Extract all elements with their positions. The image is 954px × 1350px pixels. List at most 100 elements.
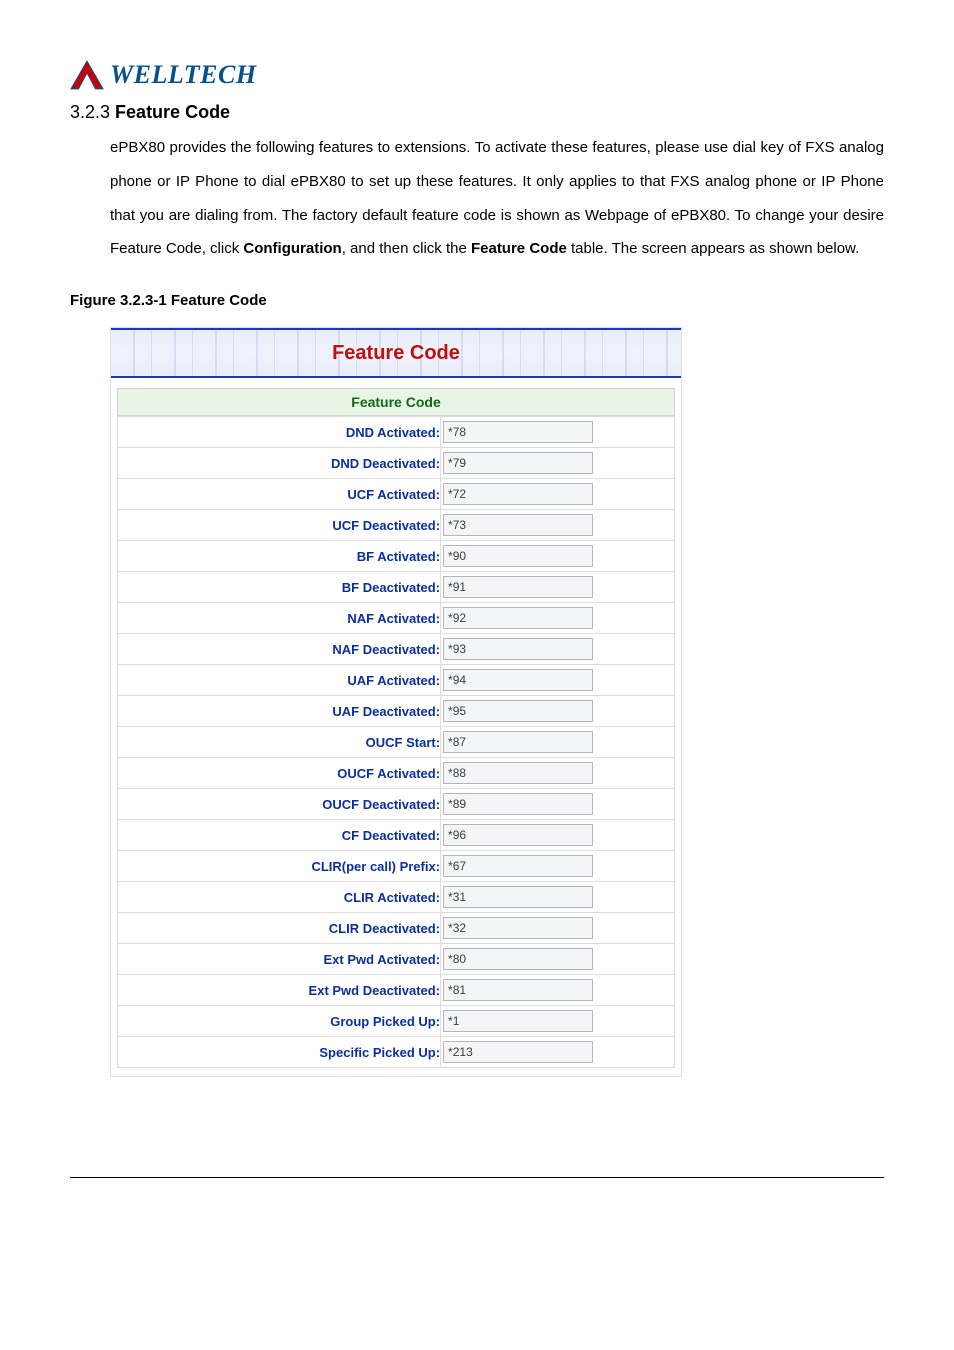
feature-code-input[interactable] bbox=[443, 1010, 593, 1032]
feature-label: CF Deactivated: bbox=[118, 820, 441, 851]
feature-value-cell bbox=[441, 448, 675, 479]
table-row: BF Deactivated: bbox=[118, 572, 675, 603]
table-row: UCF Activated: bbox=[118, 479, 675, 510]
feature-value-cell bbox=[441, 820, 675, 851]
panel-title-bar: Feature Code bbox=[111, 328, 681, 378]
feature-value-cell bbox=[441, 913, 675, 944]
feature-code-table: DND Activated:DND Deactivated:UCF Activa… bbox=[117, 416, 675, 1068]
feature-value-cell bbox=[441, 541, 675, 572]
table-row: NAF Activated: bbox=[118, 603, 675, 634]
figure-label: Figure 3.2.3-1 Feature Code bbox=[70, 292, 884, 309]
feature-code-input[interactable] bbox=[443, 731, 593, 753]
feature-code-input[interactable] bbox=[443, 483, 593, 505]
table-row: CF Deactivated: bbox=[118, 820, 675, 851]
feature-value-cell bbox=[441, 479, 675, 510]
table-row: CLIR Deactivated: bbox=[118, 913, 675, 944]
feature-value-cell bbox=[441, 1006, 675, 1037]
feature-label: UAF Deactivated: bbox=[118, 696, 441, 727]
feature-code-input[interactable] bbox=[443, 700, 593, 722]
feature-code-input[interactable] bbox=[443, 948, 593, 970]
feature-label: BF Deactivated: bbox=[118, 572, 441, 603]
table-row: OUCF Activated: bbox=[118, 758, 675, 789]
feature-value-cell bbox=[441, 882, 675, 913]
feature-code-input[interactable] bbox=[443, 979, 593, 1001]
feature-value-cell bbox=[441, 696, 675, 727]
feature-value-cell bbox=[441, 1037, 675, 1068]
intro-paragraph: ePBX80 provides the following features t… bbox=[110, 131, 884, 266]
feature-code-input[interactable] bbox=[443, 638, 593, 660]
table-row: DND Activated: bbox=[118, 417, 675, 448]
feature-value-cell bbox=[441, 727, 675, 758]
feature-value-cell bbox=[441, 789, 675, 820]
para-text-3: table. The screen appears as shown below… bbox=[567, 240, 859, 257]
feature-code-input[interactable] bbox=[443, 576, 593, 598]
feature-label: DND Deactivated: bbox=[118, 448, 441, 479]
feature-code-input[interactable] bbox=[443, 855, 593, 877]
feature-code-input[interactable] bbox=[443, 545, 593, 567]
table-row: UAF Deactivated: bbox=[118, 696, 675, 727]
feature-label: BF Activated: bbox=[118, 541, 441, 572]
feature-label: Group Picked Up: bbox=[118, 1006, 441, 1037]
footer-rule bbox=[70, 1177, 884, 1178]
feature-code-input[interactable] bbox=[443, 1041, 593, 1063]
panel-subtitle: Feature Code bbox=[117, 388, 675, 416]
feature-value-cell bbox=[441, 603, 675, 634]
feature-value-cell bbox=[441, 944, 675, 975]
table-row: OUCF Start: bbox=[118, 727, 675, 758]
welltech-arrow-icon bbox=[70, 60, 104, 90]
feature-code-input[interactable] bbox=[443, 762, 593, 784]
feature-code-input[interactable] bbox=[443, 421, 593, 443]
panel-title: Feature Code bbox=[332, 342, 460, 365]
heading-number: 3.2.3 bbox=[70, 102, 115, 122]
feature-label: OUCF Deactivated: bbox=[118, 789, 441, 820]
feature-label: CLIR(per call) Prefix: bbox=[118, 851, 441, 882]
table-row: DND Deactivated: bbox=[118, 448, 675, 479]
table-row: Specific Picked Up: bbox=[118, 1037, 675, 1068]
feature-value-cell bbox=[441, 758, 675, 789]
feature-label: Ext Pwd Activated: bbox=[118, 944, 441, 975]
table-row: CLIR Activated: bbox=[118, 882, 675, 913]
feature-label: Ext Pwd Deactivated: bbox=[118, 975, 441, 1006]
feature-code-input[interactable] bbox=[443, 917, 593, 939]
feature-label: CLIR Activated: bbox=[118, 882, 441, 913]
feature-label: OUCF Activated: bbox=[118, 758, 441, 789]
feature-code-input[interactable] bbox=[443, 824, 593, 846]
para-text-fc: Feature Code bbox=[471, 240, 567, 257]
feature-code-input[interactable] bbox=[443, 793, 593, 815]
feature-label: DND Activated: bbox=[118, 417, 441, 448]
feature-code-input[interactable] bbox=[443, 886, 593, 908]
table-row: OUCF Deactivated: bbox=[118, 789, 675, 820]
feature-label: CLIR Deactivated: bbox=[118, 913, 441, 944]
feature-label: NAF Activated: bbox=[118, 603, 441, 634]
feature-label: UCF Activated: bbox=[118, 479, 441, 510]
feature-label: OUCF Start: bbox=[118, 727, 441, 758]
section-heading: 3.2.3 Feature Code bbox=[70, 102, 884, 123]
feature-code-input[interactable] bbox=[443, 607, 593, 629]
feature-label: UCF Deactivated: bbox=[118, 510, 441, 541]
feature-value-cell bbox=[441, 975, 675, 1006]
feature-label: Specific Picked Up: bbox=[118, 1037, 441, 1068]
feature-code-panel: Feature Code Feature Code DND Activated:… bbox=[110, 327, 682, 1077]
table-row: UCF Deactivated: bbox=[118, 510, 675, 541]
feature-label: NAF Deactivated: bbox=[118, 634, 441, 665]
para-text-config: Configuration bbox=[243, 240, 341, 257]
table-row: UAF Activated: bbox=[118, 665, 675, 696]
table-row: Ext Pwd Deactivated: bbox=[118, 975, 675, 1006]
table-row: NAF Deactivated: bbox=[118, 634, 675, 665]
feature-value-cell bbox=[441, 510, 675, 541]
feature-label: UAF Activated: bbox=[118, 665, 441, 696]
logo-text: WELLTECH bbox=[110, 60, 257, 90]
feature-value-cell bbox=[441, 851, 675, 882]
para-text-2: , and then click the bbox=[342, 240, 471, 257]
table-row: Ext Pwd Activated: bbox=[118, 944, 675, 975]
feature-value-cell bbox=[441, 634, 675, 665]
feature-value-cell bbox=[441, 665, 675, 696]
logo: WELLTECH bbox=[70, 60, 884, 90]
heading-text: Feature Code bbox=[115, 102, 230, 122]
feature-value-cell bbox=[441, 572, 675, 603]
feature-code-input[interactable] bbox=[443, 669, 593, 691]
table-row: Group Picked Up: bbox=[118, 1006, 675, 1037]
feature-value-cell bbox=[441, 417, 675, 448]
feature-code-input[interactable] bbox=[443, 514, 593, 536]
feature-code-input[interactable] bbox=[443, 452, 593, 474]
